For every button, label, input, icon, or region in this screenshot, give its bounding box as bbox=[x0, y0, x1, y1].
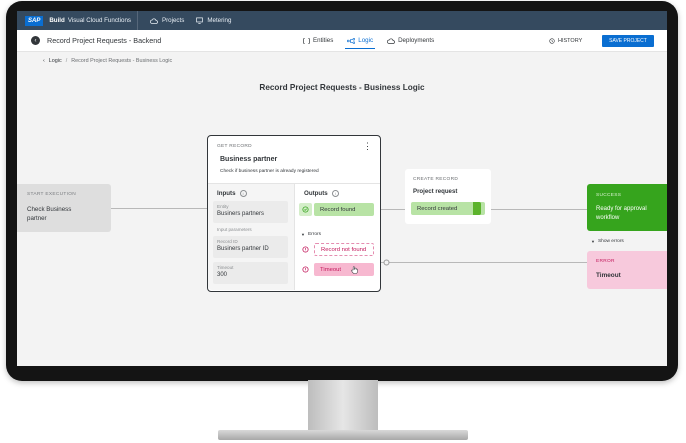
brackets-icon bbox=[303, 37, 310, 44]
errors-label: Errors bbox=[307, 232, 322, 237]
sap-logo: SAP bbox=[25, 15, 44, 26]
inputs-header: Inputs i bbox=[217, 190, 247, 197]
history-icon bbox=[549, 37, 555, 44]
divider bbox=[136, 11, 138, 30]
timeout-value: 300 bbox=[217, 272, 228, 278]
error-caption: ERROR bbox=[596, 259, 615, 264]
product-name: Build bbox=[49, 17, 65, 24]
connector-found-to-create bbox=[379, 209, 405, 210]
nav-projects[interactable]: Projects bbox=[150, 17, 184, 24]
outputs-header: Outputs i bbox=[304, 190, 339, 197]
tab-entities[interactable]: Entities bbox=[303, 30, 333, 51]
hand-cursor-icon bbox=[351, 266, 358, 274]
monitor-stand bbox=[308, 380, 378, 430]
create-record-caption: CREATE RECORD bbox=[413, 177, 459, 182]
check-circle-icon bbox=[299, 203, 312, 216]
cloud-icon bbox=[150, 17, 158, 24]
tab-logic-label: Logic bbox=[358, 37, 374, 44]
tab-deployments[interactable]: Deployments bbox=[387, 30, 434, 51]
info-icon[interactable]: i bbox=[331, 190, 339, 197]
project-title: Record Project Requests - Backend bbox=[47, 36, 162, 45]
app-screen: SAP Build Visual Cloud Functions Project… bbox=[17, 11, 667, 366]
chevron-left-icon: ‹ bbox=[34, 37, 37, 44]
inputs-label: Inputs bbox=[217, 190, 236, 197]
entity-field[interactable]: Entity Businers partners bbox=[213, 201, 288, 223]
tab-bar: Entities Logic Deployments bbox=[303, 30, 448, 51]
start-node-caption: START EXECUTION bbox=[27, 192, 77, 197]
inputs-panel: Inputs i Entity Businers partners Input … bbox=[208, 184, 294, 290]
get-record-description: Check if business partner is already reg… bbox=[220, 169, 319, 174]
project-header: ‹ Record Project Requests - Backend Enti… bbox=[17, 30, 667, 52]
monitor-frame: SAP Build Visual Cloud Functions Project… bbox=[6, 1, 678, 381]
show-errors-toggle[interactable]: ▼ Show errors bbox=[591, 239, 624, 244]
get-record-node[interactable]: GET RECORD ⋮ Business partner Check if b… bbox=[207, 135, 381, 292]
create-record-title: Project request bbox=[413, 188, 458, 195]
shell-bar: SAP Build Visual Cloud Functions Project… bbox=[17, 11, 667, 30]
breadcrumb-parent[interactable]: Logic bbox=[49, 58, 62, 64]
output-record-found[interactable]: Record found bbox=[299, 203, 374, 216]
history-label: HISTORY bbox=[558, 37, 583, 44]
tab-deployments-label: Deployments bbox=[398, 37, 435, 44]
breadcrumb-separator: / bbox=[65, 58, 68, 64]
back-button[interactable]: ‹ bbox=[31, 36, 40, 45]
tab-logic[interactable]: Logic bbox=[345, 30, 375, 51]
nav-metering-label: Metering bbox=[207, 17, 232, 24]
success-text: Ready for approval workflow bbox=[596, 206, 647, 221]
product-subtitle: Visual Cloud Functions bbox=[67, 17, 131, 24]
chevron-left-icon: ‹ bbox=[43, 58, 45, 64]
monitor-base bbox=[218, 430, 468, 440]
start-execution-node[interactable]: START EXECUTION Check Business partner bbox=[17, 184, 111, 232]
get-record-caption: GET RECORD bbox=[217, 144, 252, 149]
error-circle-icon bbox=[299, 243, 312, 256]
caret-down-icon: ▼ bbox=[591, 239, 595, 244]
connector-handle[interactable] bbox=[383, 259, 390, 266]
timeout-field[interactable]: Timeout 300 bbox=[213, 262, 288, 284]
timeout-label: Timeout bbox=[217, 265, 234, 270]
cloud-upload-icon bbox=[387, 37, 395, 44]
connector-create-to-success bbox=[491, 209, 587, 210]
output-record-found-label: Record found bbox=[314, 203, 374, 216]
start-node-text: Check Business partner bbox=[27, 206, 72, 222]
caret-down-icon: ▼ bbox=[301, 232, 305, 237]
connector-start-to-get bbox=[111, 208, 207, 209]
record-id-label: Record ID bbox=[217, 239, 238, 244]
nav-metering[interactable]: Metering bbox=[196, 17, 231, 24]
error-timeout-label: Timeout bbox=[314, 263, 374, 276]
save-project-button[interactable]: SAVE PROJECT bbox=[602, 35, 654, 47]
info-icon[interactable]: i bbox=[239, 190, 247, 197]
breadcrumb: ‹ Logic / Record Project Requests - Busi… bbox=[43, 58, 172, 64]
flow-icon bbox=[347, 37, 356, 44]
more-options-icon[interactable]: ⋮ bbox=[363, 142, 372, 151]
entity-value: Businers partners bbox=[217, 211, 265, 217]
create-record-node[interactable]: CREATE RECORD Project request Record cre… bbox=[405, 169, 491, 224]
outputs-panel: Outputs i Record found ▼ Errors Record n… bbox=[294, 184, 381, 290]
success-caption: SUCCESS bbox=[596, 193, 622, 198]
monitor-icon bbox=[196, 17, 204, 24]
breadcrumb-current: Record Project Requests - Business Logic bbox=[71, 58, 173, 64]
errors-toggle[interactable]: ▼ Errors bbox=[301, 232, 321, 237]
entity-label: Entity bbox=[217, 204, 229, 209]
show-errors-label: Show errors bbox=[597, 239, 624, 244]
error-text: Timeout bbox=[596, 272, 621, 279]
canvas-title: Record Project Requests - Business Logic bbox=[259, 83, 425, 92]
output-handle bbox=[473, 202, 481, 215]
error-circle-icon bbox=[299, 263, 312, 276]
input-parameters-label: Input parameters bbox=[217, 227, 252, 232]
error-timeout[interactable]: Timeout bbox=[299, 263, 374, 276]
error-record-not-found-label: Record not found bbox=[314, 243, 374, 256]
error-node[interactable]: ERROR Timeout bbox=[587, 251, 667, 289]
connector-timeout-to-error bbox=[379, 262, 587, 263]
outputs-label: Outputs bbox=[304, 190, 328, 197]
history-button[interactable]: HISTORY bbox=[549, 30, 582, 51]
record-id-value: Businers partner ID bbox=[217, 246, 269, 252]
tab-entities-label: Entities bbox=[313, 37, 334, 44]
record-id-field[interactable]: Record ID Businers partner ID bbox=[213, 236, 288, 258]
error-record-not-found[interactable]: Record not found bbox=[299, 243, 374, 256]
get-record-title: Business partner bbox=[220, 156, 278, 163]
success-node[interactable]: SUCCESS Ready for approval workflow bbox=[587, 184, 667, 231]
nav-projects-label: Projects bbox=[161, 17, 185, 24]
